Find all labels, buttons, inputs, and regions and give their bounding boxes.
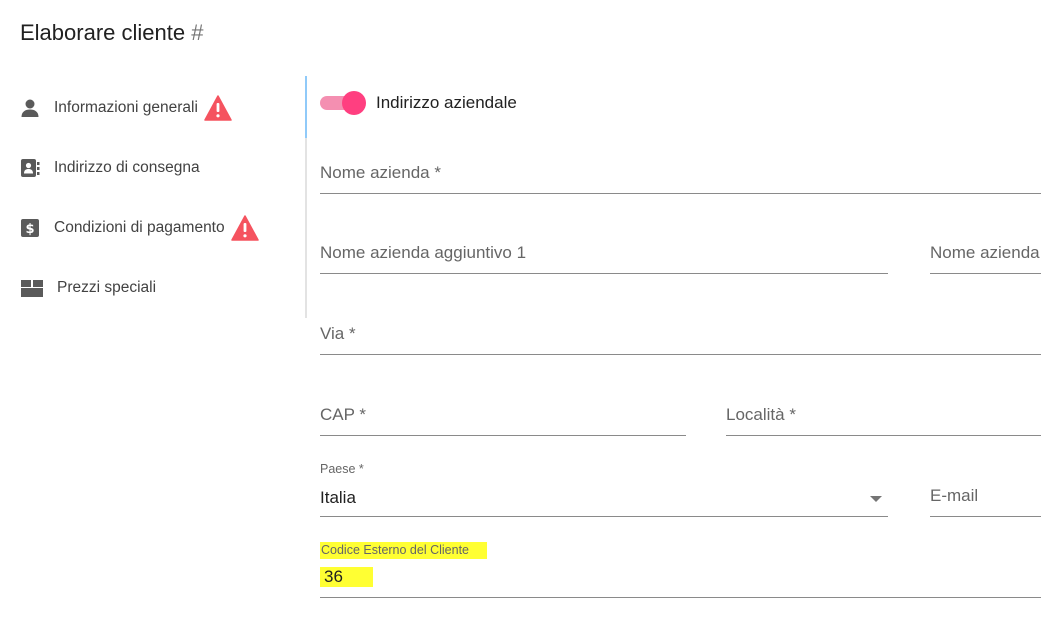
contact-book-icon	[20, 158, 40, 178]
indirizzo-aziendale-toggle[interactable]	[320, 90, 370, 116]
warning-icon	[204, 95, 232, 121]
codice-esterno-field[interactable]: Codice Esterno del Cliente 36	[320, 540, 1041, 598]
nome-azienda-aggiuntivo-2-field[interactable]: Nome azienda aggiuntivo 2	[930, 230, 1041, 274]
paese-value: Italia	[320, 488, 356, 507]
via-placeholder: Via *	[320, 324, 356, 343]
sidebar-item-condizioni-di-pagamento[interactable]: $ Condizioni di pagamento	[20, 213, 259, 243]
localita-field[interactable]: Località *	[726, 392, 1041, 436]
paese-label: Paese *	[320, 462, 364, 476]
dollar-icon: $	[20, 218, 40, 238]
email-field[interactable]: E-mail	[930, 473, 1041, 517]
nome-azienda-placeholder: Nome azienda *	[320, 163, 441, 182]
nome-azienda-aggiuntivo-2-placeholder: Nome azienda aggiuntivo 2	[930, 243, 1041, 262]
toggle-label: Indirizzo aziendale	[376, 93, 517, 112]
chevron-down-icon[interactable]	[870, 496, 882, 502]
nome-azienda-field[interactable]: Nome azienda *	[320, 150, 1041, 194]
person-icon	[20, 98, 40, 118]
cap-field[interactable]: CAP *	[320, 392, 686, 436]
toggle-thumb	[342, 91, 366, 115]
page-title: Elaborare cliente #	[20, 20, 203, 46]
localita-placeholder: Località *	[726, 405, 796, 424]
nome-azienda-aggiuntivo-1-placeholder: Nome azienda aggiuntivo 1	[320, 243, 527, 262]
page-title-hash: #	[191, 20, 204, 45]
svg-text:$: $	[25, 222, 34, 237]
page-title-text: Elaborare cliente	[20, 20, 186, 45]
codice-esterno-label: Codice Esterno del Cliente	[320, 542, 487, 559]
box-icon	[20, 278, 44, 298]
sidebar-item-label: Condizioni di pagamento	[54, 219, 225, 236]
sidebar-item-label: Informazioni generali	[54, 99, 198, 116]
sidebar-item-indirizzo-di-consegna[interactable]: Indirizzo di consegna	[20, 153, 200, 183]
codice-esterno-value: 36	[320, 567, 373, 587]
warning-icon	[230, 215, 259, 241]
sidebar-item-informazioni-generali[interactable]: Informazioni generali	[20, 93, 232, 123]
email-placeholder: E-mail	[930, 486, 979, 505]
cap-placeholder: CAP *	[320, 405, 366, 424]
nome-azienda-aggiuntivo-1-field[interactable]: Nome azienda aggiuntivo 1	[320, 230, 888, 274]
sidebar-item-prezzi-speciali[interactable]: Prezzi speciali	[20, 273, 156, 303]
sidebar-item-label: Prezzi speciali	[57, 279, 157, 296]
sidebar-item-label: Indirizzo di consegna	[54, 159, 200, 176]
paese-select[interactable]: Paese * Italia	[320, 462, 888, 517]
active-section-indicator	[305, 76, 307, 138]
via-field[interactable]: Via *	[320, 311, 1041, 355]
